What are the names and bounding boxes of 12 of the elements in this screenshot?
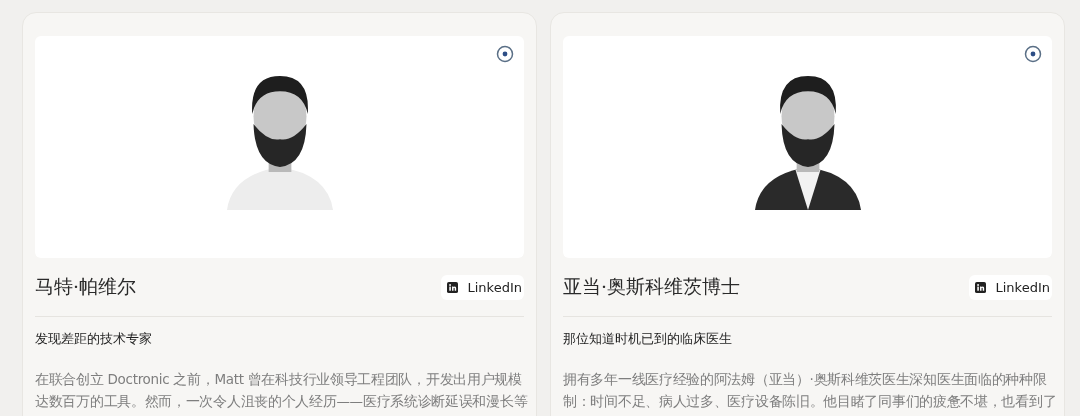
person-tagline: 发现差距的技术专家 — [35, 330, 153, 348]
bio-text: 拥有多年一线医疗经验的阿法姆（亚当）·奥斯科维茨医生深知医生面临的种种限 — [563, 370, 1048, 389]
bio-text: 在联合创立 Doctronic 之前，Matt 曾在科技行业领导工程团队，开发出用户规模 — [35, 370, 523, 389]
linkedin-icon — [446, 281, 458, 293]
target-icon[interactable] — [1024, 45, 1042, 63]
linkedin-link[interactable]: LinkedIn — [968, 274, 1052, 300]
person-name: 亚当·奥斯科维茨博士 — [563, 274, 741, 299]
target-icon[interactable] — [496, 45, 514, 63]
person-name: 马特·帕维尔 — [35, 274, 137, 299]
linkedin-icon — [974, 281, 986, 293]
person-tagline: 那位知道时机已到的临床医生 — [563, 330, 733, 348]
linkedin-link[interactable]: LinkedIn — [440, 274, 524, 300]
